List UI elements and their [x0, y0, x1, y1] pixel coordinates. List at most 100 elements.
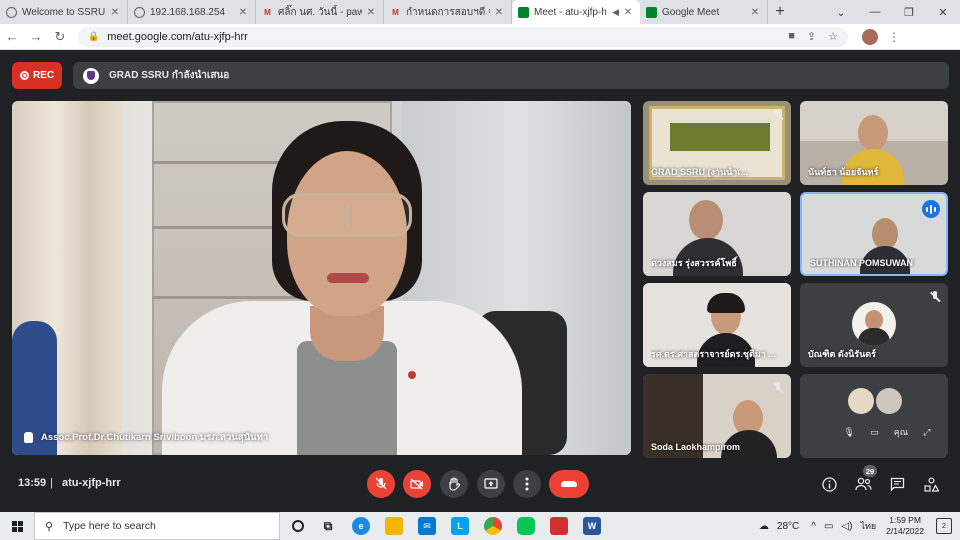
line-app-icon[interactable]	[517, 517, 535, 535]
self-tile[interactable]: 🎙 ▭ คุณ ⤢	[800, 374, 948, 458]
close-icon[interactable]: ✕	[237, 7, 249, 18]
camera-off-icon[interactable]: ▭	[870, 427, 879, 438]
participant-name: GRAD SSRU (งานนำเ...	[651, 167, 748, 177]
participant-tile-active[interactable]: SUTHINAN POMSUWAN	[800, 192, 948, 276]
mail-icon[interactable]: ✉	[418, 517, 436, 535]
mic-off-icon	[930, 291, 940, 303]
speaker-icon[interactable]: ◀	[612, 7, 619, 18]
clock-time: 1:59 PM	[889, 515, 921, 525]
taskbar-clock[interactable]: 1:59 PM 2/14/2022	[886, 515, 924, 537]
close-icon[interactable]: ✕	[622, 7, 634, 18]
tab-ssru-welcome[interactable]: Welcome to SSRU S ✕	[0, 0, 128, 24]
new-tab-button[interactable]: +	[768, 0, 792, 24]
minimize-button[interactable]: —	[858, 0, 892, 24]
browser-tab-strip: Welcome to SSRU S ✕ 192.168.168.254 ✕ M …	[0, 0, 960, 24]
notification-icon[interactable]: 2	[936, 518, 952, 534]
main-speaker-video[interactable]: Assoc.Prof.Dr.Chutikarn Sriviboon มรภ.สว…	[12, 101, 631, 455]
mic-toggle-button[interactable]	[367, 470, 395, 498]
maximize-button[interactable]: ❐	[892, 0, 926, 24]
tab-title: ศลิ๊ก นศ. วันนี้ - paweena	[278, 6, 362, 18]
camera-toggle-button[interactable]	[403, 470, 431, 498]
reload-button[interactable]: ↻	[48, 29, 72, 45]
profile-avatar[interactable]	[862, 28, 878, 45]
participant-tile[interactable]: นันท์ธา น้อยจันทร์	[800, 101, 948, 185]
speaker-glasses	[282, 193, 412, 237]
bookmark-star-icon[interactable]: ☆	[828, 30, 838, 43]
address-bar-row: ← → ↻ 🔒 meet.google.com/atu-xjfp-hrr ■ ⇪…	[0, 24, 960, 50]
expand-icon[interactable]: ⤢	[923, 427, 930, 438]
start-button[interactable]	[0, 512, 34, 540]
cortana-icon[interactable]	[292, 520, 304, 532]
search-icon: ⚲	[45, 520, 54, 533]
tab-title: Welcome to SSRU S	[22, 6, 106, 18]
file-explorer-icon[interactable]	[385, 517, 403, 535]
network-icon[interactable]: ▭	[824, 521, 833, 532]
participant-tile[interactable]: รศ.ดร.ศาสตราจารย์ดร.ชุติมา ...	[643, 283, 791, 367]
chevron-up-icon[interactable]: ^	[811, 521, 816, 532]
globe-icon	[6, 6, 17, 18]
participant-name: Soda Laokhampirom	[651, 442, 741, 452]
mic-off-icon[interactable]: 🎙	[844, 427, 855, 438]
lync-icon[interactable]: L	[451, 517, 469, 535]
participant-tile[interactable]: GRAD SSRU (งานนำเ...	[643, 101, 791, 185]
activities-button[interactable]	[921, 474, 941, 494]
people-button[interactable]	[853, 474, 873, 494]
forward-button[interactable]: →	[24, 29, 48, 44]
clock-date: 2/14/2022	[886, 526, 924, 536]
leave-call-button[interactable]	[549, 470, 589, 498]
tab-title: กำหนดการสอบฯดี จ.ช่า	[406, 6, 490, 18]
meeting-controls-bar: 13:59 | atu-xjfp-hrr 29	[0, 462, 960, 512]
divider: |	[50, 477, 53, 489]
participant-hair	[707, 293, 745, 313]
tab-ip-address[interactable]: 192.168.168.254 ✕	[128, 0, 256, 24]
close-icon[interactable]: ✕	[493, 7, 505, 18]
word-icon[interactable]: W	[583, 517, 601, 535]
share-icon[interactable]: ⇪	[807, 30, 816, 43]
tab-gmail-1[interactable]: M ศลิ๊ก นศ. วันนี้ - paweena ✕	[256, 0, 384, 24]
tab-meet-active[interactable]: Meet - atu-xjfp-h ◀ ✕	[512, 0, 640, 24]
chat-button[interactable]	[887, 474, 907, 494]
pin-icon	[24, 432, 33, 443]
volume-icon[interactable]: ◁)	[841, 521, 852, 532]
camera-icon[interactable]: ■	[788, 30, 795, 43]
close-icon[interactable]: ✕	[365, 7, 377, 18]
url-bar[interactable]: 🔒 meet.google.com/atu-xjfp-hrr ■ ⇪ ☆	[78, 26, 848, 47]
tab-gmail-2[interactable]: M กำหนดการสอบฯดี จ.ช่า ✕	[384, 0, 512, 24]
close-icon[interactable]: ✕	[749, 7, 761, 18]
task-view-icon[interactable]: ⧉	[319, 517, 337, 535]
meeting-details-button[interactable]	[819, 474, 839, 494]
close-icon[interactable]: ✕	[109, 7, 121, 18]
pdf-icon[interactable]	[550, 517, 568, 535]
recording-indicator[interactable]: REC	[12, 62, 62, 89]
chrome-icon[interactable]	[484, 517, 502, 535]
meeting-clock: 13:59	[18, 477, 47, 489]
tab-title: Google Meet	[662, 6, 720, 18]
edge-icon[interactable]: e	[352, 517, 370, 535]
mini-avatar	[876, 388, 902, 414]
pinned-apps: ⧉ e ✉ L W	[292, 517, 601, 535]
participant-tile[interactable]: ดวงสมร รุ่งสวรรค์โพธิ์	[643, 192, 791, 276]
speaker-lips	[327, 273, 369, 283]
meeting-title: GRAD SSRU กำลังนำเสนอ	[109, 70, 230, 81]
participant-name: ดวงสมร รุ่งสวรรค์โพธิ์	[651, 258, 737, 268]
system-tray: ☁ 28°C ^ ▭ ◁) ไทย 1:59 PM 2/14/2022 2	[759, 512, 960, 540]
participant-tile[interactable]: บัณฑิต ดังนิรันดร์	[800, 283, 948, 367]
tab-search-icon[interactable]: ⌄	[824, 0, 858, 24]
more-options-button[interactable]	[513, 470, 541, 498]
slide-table	[670, 123, 770, 151]
taskbar-search[interactable]: ⚲ Type here to search	[34, 512, 280, 540]
weather-icon[interactable]: ☁	[759, 521, 769, 532]
info-icon	[821, 476, 837, 492]
close-window-button[interactable]: ✕	[926, 0, 960, 24]
tab-google-meet[interactable]: Google Meet ✕	[640, 0, 768, 24]
chrome-menu-icon[interactable]: ⋮	[888, 30, 900, 44]
raise-hand-button[interactable]	[440, 470, 468, 498]
main-speaker-label: Assoc.Prof.Dr.Chutikarn Sriviboon มรภ.สว…	[24, 430, 268, 445]
tab-title: 192.168.168.254	[150, 6, 226, 18]
back-button[interactable]: ←	[0, 29, 24, 44]
participant-name: รศ.ดร.ศาสตราจารย์ดร.ชุติมา ...	[651, 349, 776, 359]
participant-tile[interactable]: Soda Laokhampirom	[643, 374, 791, 458]
present-screen-button[interactable]	[477, 470, 505, 498]
lock-icon[interactable]: 🔒	[88, 31, 99, 42]
input-language[interactable]: ไทย	[860, 519, 876, 533]
